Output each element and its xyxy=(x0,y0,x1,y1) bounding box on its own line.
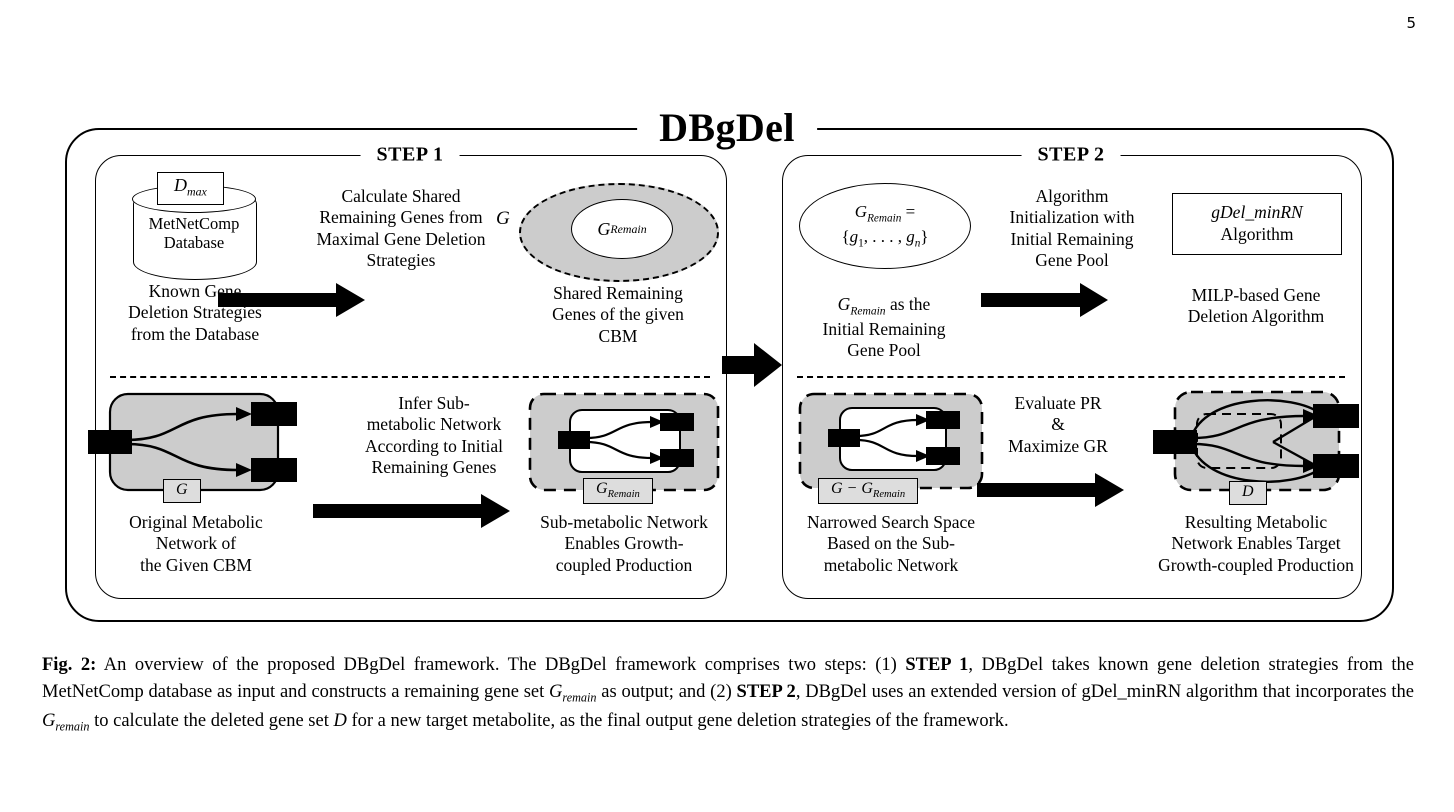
dmax-label-box: Dmax xyxy=(157,172,224,205)
step2-row-divider xyxy=(797,376,1345,378)
algorithm-name: gDel_minRN xyxy=(1211,202,1303,223)
caption-text-6: for a new target metabolite, as the fina… xyxy=(346,710,1009,731)
step1-top-arrow-label: Calculate Shared Remaining Genes from Ma… xyxy=(316,186,486,271)
milp-algorithm-caption: MILP-based Gene Deletion Algorithm xyxy=(1187,285,1325,327)
resulting-network-caption: Resulting Metabolic Network Enables Targ… xyxy=(1158,512,1354,575)
original-network-caption: Original Metabolic Network of the Given … xyxy=(129,512,263,575)
step1-title: STEP 1 xyxy=(360,143,460,167)
shared-remaining-genes-caption: Shared Remaining Genes of the given CBM xyxy=(552,283,684,346)
algorithm-word: Algorithm xyxy=(1220,224,1294,244)
caption-gremain-1: Gremain xyxy=(549,682,597,705)
caption-text-4: , DBgDel uses an extended version of gDe… xyxy=(795,682,1414,703)
gremain-equation-line2: {g1, . . . , gn} xyxy=(841,227,929,250)
initial-gene-pool-caption: GRemain as the Initial Remaining Gene Pool xyxy=(822,294,946,361)
caption-d-italic: D xyxy=(333,710,347,731)
step2-top-arrow-icon xyxy=(981,283,1109,322)
narrowed-search-space-caption: Narrowed Search Space Based on the Sub- … xyxy=(806,512,976,575)
step1-row-divider xyxy=(110,376,710,378)
step1-top-arrow-icon xyxy=(218,283,366,322)
database-name: MetNetComp Database xyxy=(148,214,240,253)
caption-label: Fig. 2: xyxy=(42,655,97,675)
initial-gene-pool-ellipse: GRemain = {g1, . . . , gn} xyxy=(799,183,971,269)
step-transition-arrow-icon xyxy=(722,341,784,389)
caption-step1-bold: STEP 1 xyxy=(905,655,969,675)
caption-text-3: as output; and (2) xyxy=(596,682,737,703)
page-number: 5 xyxy=(1406,14,1416,32)
caption-gremain-2: Gremain xyxy=(42,710,90,734)
original-network-tag-g: G xyxy=(163,479,201,503)
gremain-inner-ellipse: G Remain xyxy=(571,199,673,259)
resulting-network-tag-d: D xyxy=(1229,481,1267,505)
figure-caption: Fig. 2: An overview of the proposed DBgD… xyxy=(42,652,1414,736)
g-set-label: G xyxy=(496,208,510,229)
sub-network-caption: Sub-metabolic Network Enables Growth- co… xyxy=(540,512,708,575)
step2-bottom-arrow-label: Evaluate PR & Maximize GR xyxy=(1008,393,1108,456)
narrowed-network-tag: G − GRemain xyxy=(818,478,919,505)
caption-text-5: to calculate the deleted gene set xyxy=(89,710,334,731)
caption-text-1: An overview of the proposed DBgDel frame… xyxy=(96,655,906,675)
step2-top-arrow-label: Algorithm Initialization with Initial Re… xyxy=(1009,186,1135,271)
step2-title: STEP 2 xyxy=(1021,143,1121,167)
step1-bottom-arrow-label: Infer Sub- metabolic Network According t… xyxy=(364,393,504,478)
step1-bottom-arrow-icon xyxy=(313,494,511,533)
figure-title: DBgDel xyxy=(637,108,817,148)
sub-network-tag-gremain: GRemain xyxy=(583,478,653,505)
metnetcomp-database-graphic: MetNetComp Database Dmax xyxy=(132,172,257,282)
step2-bottom-arrow-icon xyxy=(977,473,1125,512)
gremain-equation-line1: GRemain = xyxy=(854,202,916,225)
caption-step2-bold: STEP 2 xyxy=(736,682,796,703)
gdel-minrn-algorithm-box: gDel_minRN Algorithm xyxy=(1172,193,1342,255)
